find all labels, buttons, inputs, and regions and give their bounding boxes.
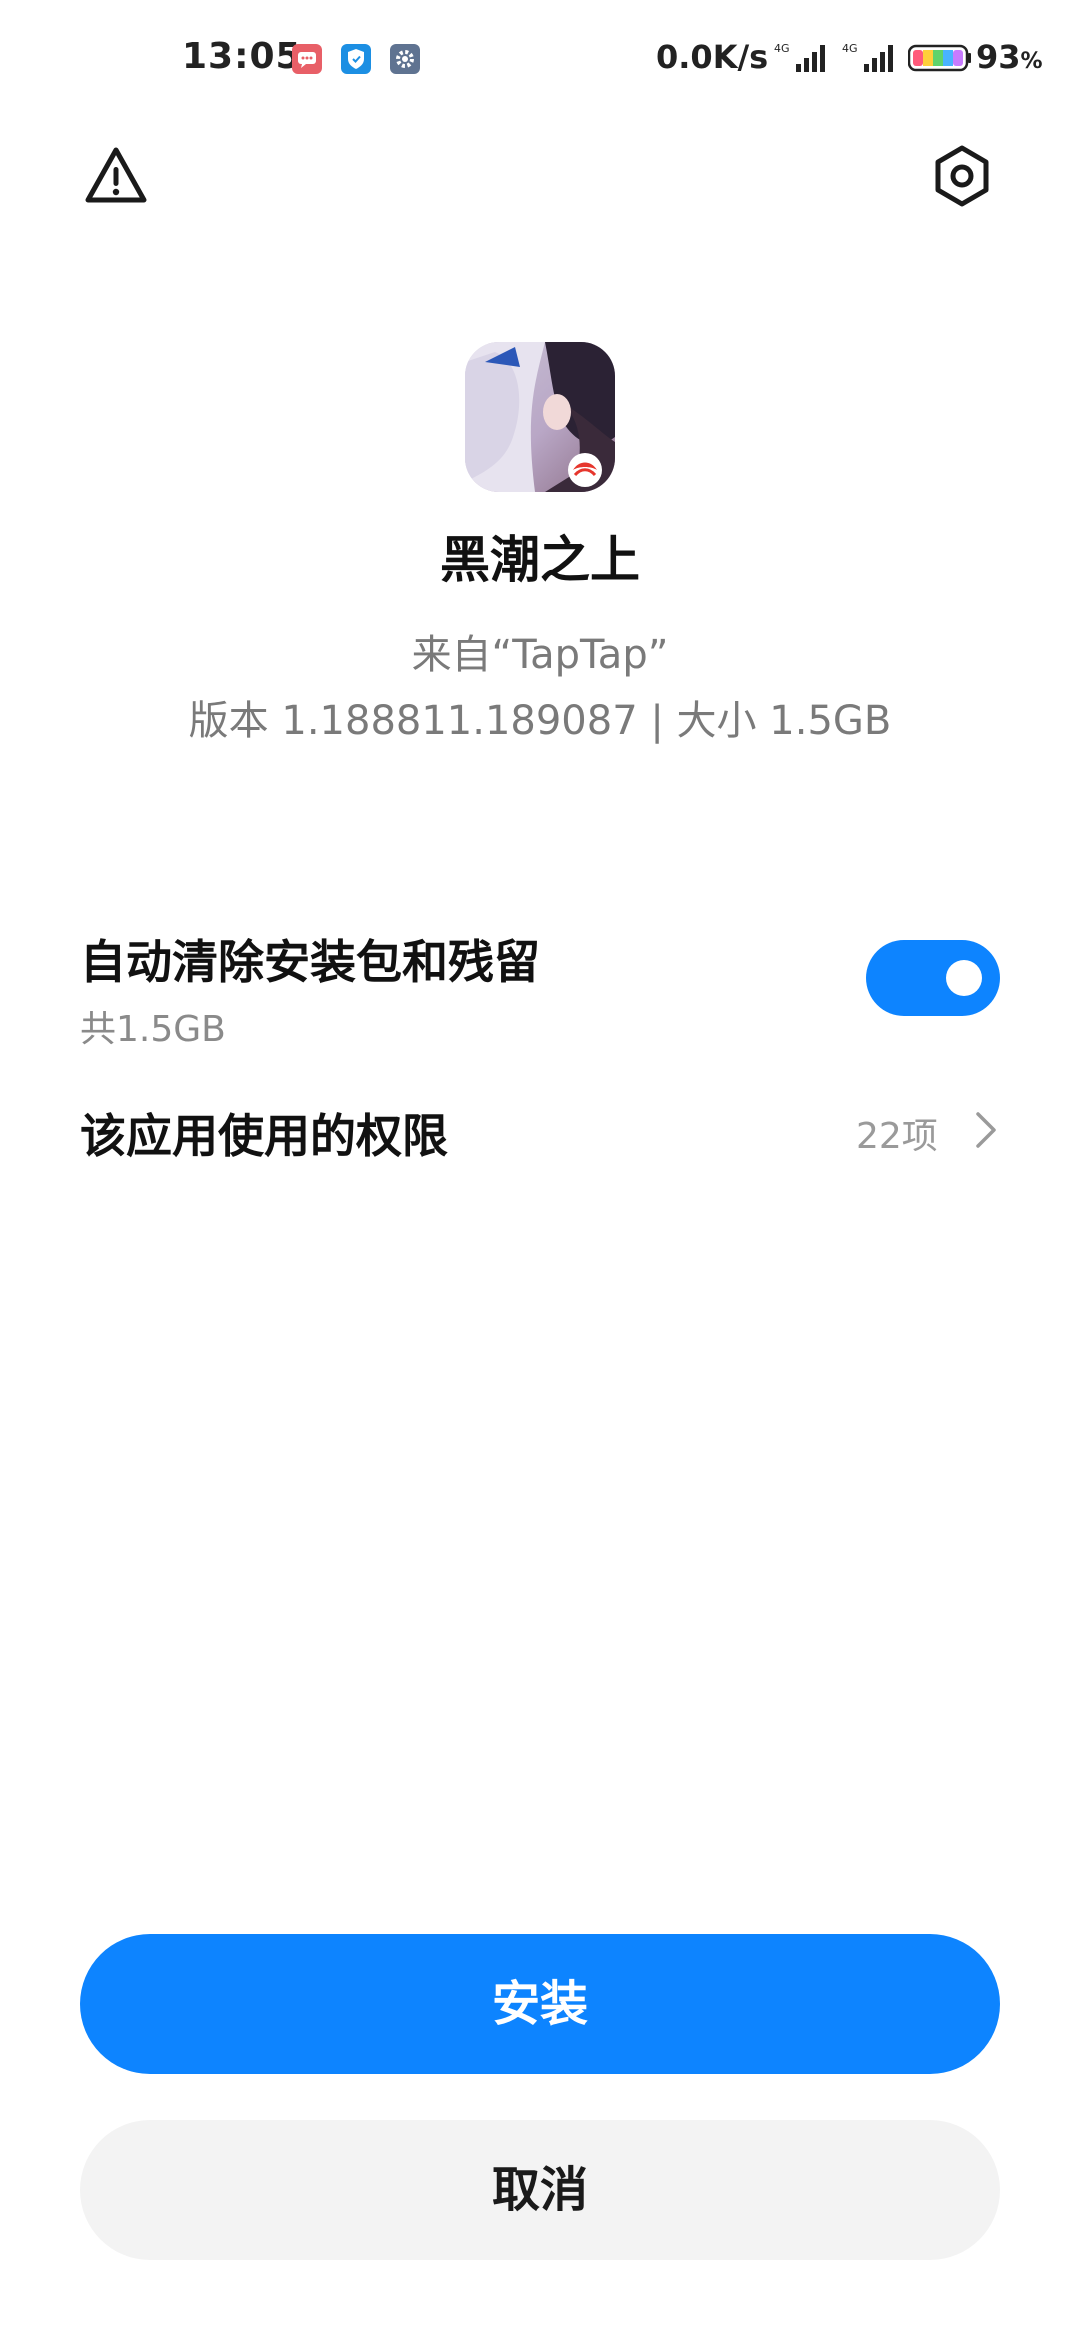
auto-clean-subtitle: 共1.5GB — [80, 1009, 226, 1050]
install-button[interactable]: 安装 — [80, 1934, 1000, 2074]
app-name: 黑潮之上 — [440, 531, 640, 589]
app-version-size: 版本 1.188811.189087 | 大小 1.5GB — [188, 698, 892, 744]
app-source: 来自“TapTap” — [411, 632, 669, 678]
toggle-knob — [946, 960, 982, 996]
signal-2-label: 4G — [842, 42, 858, 55]
auto-clean-toggle[interactable] — [866, 940, 1000, 1016]
gear-icon — [390, 44, 420, 74]
shield-icon — [341, 44, 371, 74]
chevron-right-icon — [972, 1108, 1002, 1152]
signal-1-label: 4G — [774, 42, 790, 55]
warning-icon[interactable] — [80, 140, 152, 212]
cellular-signal-icon: 4G — [840, 40, 902, 74]
status-bar: 13:05 0.0K/s 4G 4G 93% — [0, 0, 1080, 120]
auto-clean-title: 自动清除安装包和残留 — [80, 935, 540, 989]
network-speed: 0.0K/s — [656, 38, 769, 76]
app-icon — [465, 342, 615, 492]
battery-icon — [908, 44, 972, 72]
permissions-count: 22项 — [856, 1116, 938, 1157]
permissions-title: 该应用使用的权限 — [80, 1109, 448, 1163]
settings-icon[interactable] — [926, 140, 998, 212]
cellular-signal-icon: 4G — [772, 40, 834, 74]
status-time: 13:05 — [182, 36, 302, 77]
message-icon — [292, 44, 322, 74]
battery-percentage: 93% — [976, 38, 1043, 76]
cancel-button[interactable]: 取消 — [80, 2120, 1000, 2260]
